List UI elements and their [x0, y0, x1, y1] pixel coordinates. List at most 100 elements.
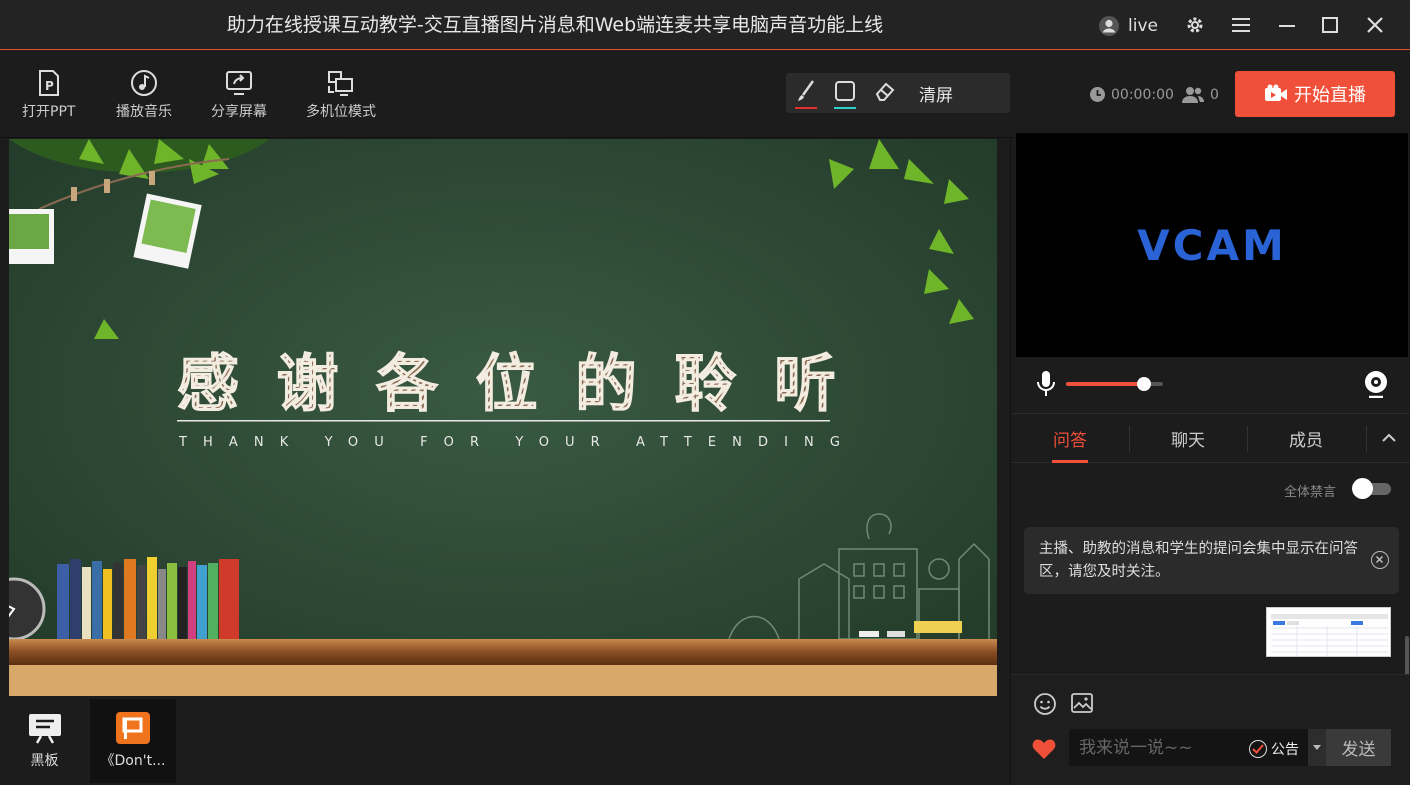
eraser-tool[interactable]	[872, 79, 898, 109]
share-screen-label: 分享屏幕	[211, 104, 267, 120]
slide-title-char: 谢	[277, 347, 339, 420]
slide-title-char: 位	[476, 347, 538, 420]
mic-volume-handle[interactable]	[1136, 377, 1151, 391]
ppt-file-icon: P	[38, 70, 59, 96]
tab-chat[interactable]: 聊天	[1129, 426, 1247, 451]
announce-checkbox[interactable]: 公告	[1249, 739, 1299, 759]
right-sidebar: VCAM 问答 聊天 成员 全体禁言 主播、助教的消息和学生的提问会集中显示在问…	[1010, 133, 1410, 785]
play-music-button[interactable]: 播放音乐	[116, 69, 172, 121]
mic-volume-fill	[1066, 382, 1144, 386]
close-icon	[1367, 17, 1383, 33]
microphone-icon[interactable]	[1036, 370, 1056, 398]
start-live-label: 开始直播	[1294, 85, 1366, 106]
music-icon	[131, 70, 157, 96]
send-button[interactable]: 发送	[1326, 729, 1391, 766]
live-timer: 00:00:00	[1089, 86, 1174, 103]
ppt-icon	[116, 712, 150, 744]
window-title: 助力在线授课互动教学-交互直播图片消息和Web端连麦共享电脑声音功能上线	[226, 14, 884, 36]
svg-text:P: P	[45, 79, 54, 93]
qa-notice-text: 主播、助教的消息和学生的提问会集中显示在问答区，请您及时关注。	[1039, 541, 1358, 580]
pen-tool[interactable]	[793, 79, 819, 109]
image-icon[interactable]	[1070, 692, 1094, 714]
video-preview[interactable]: VCAM	[1016, 133, 1408, 357]
shape-tool[interactable]	[832, 79, 858, 109]
check-icon	[1249, 740, 1267, 758]
mute-all-label: 全体禁言	[1284, 485, 1337, 500]
send-options-dropdown[interactable]	[1308, 729, 1326, 766]
chat-scrollbar[interactable]	[1405, 636, 1409, 678]
slide-subtitle: THANK YOU FOR YOUR ATTENDING	[178, 435, 856, 450]
app-window: 助力在线授课互动教学-交互直播图片消息和Web端连麦共享电脑声音功能上线 liv…	[0, 0, 1410, 785]
open-ppt-label: 打开PPT	[22, 104, 76, 120]
square-icon	[835, 81, 855, 101]
mute-all-toggle-knob	[1352, 478, 1373, 499]
share-screen-button[interactable]: 分享屏幕	[211, 69, 267, 121]
maximize-button[interactable]	[1318, 13, 1342, 37]
emoji-icon[interactable]	[1033, 692, 1057, 716]
active-tab-underline	[1052, 460, 1088, 463]
mute-all-toggle[interactable]	[1352, 478, 1391, 499]
title-bar: 助力在线授课互动教学-交互直播图片消息和Web端连麦共享电脑声音功能上线 liv…	[0, 0, 1410, 50]
tab-divider	[1366, 426, 1367, 452]
multi-camera-button[interactable]: 多机位模式	[306, 69, 376, 121]
thumbnail-blackboard[interactable]: 黑板	[0, 699, 89, 783]
webcam-icon[interactable]	[1364, 370, 1388, 398]
drawing-tools: 清屏	[786, 73, 1010, 113]
slide-artwork: 感谢各位的聆听 THANK YOU FOR YOUR ATTENDING	[9, 139, 997, 696]
shape-color-indicator	[834, 107, 856, 109]
books-decoration	[57, 557, 239, 639]
video-source-label: VCAM	[1137, 220, 1287, 270]
audio-controls	[1011, 364, 1410, 404]
thumbnail-ppt-label: 《Don't...	[100, 753, 166, 769]
blackboard-icon	[28, 714, 61, 744]
start-live-button[interactable]: 开始直播	[1235, 71, 1395, 117]
slide-title-char: 聆	[675, 347, 737, 420]
maximize-icon	[1322, 17, 1338, 33]
brush-icon	[798, 80, 814, 101]
multi-camera-icon	[328, 71, 353, 96]
menu-button[interactable]	[1229, 13, 1253, 37]
user-name: live	[1128, 16, 1158, 36]
heart-icon[interactable]	[1032, 738, 1056, 760]
viewer-count-value: 0	[1210, 87, 1219, 103]
tab-members[interactable]: 成员	[1247, 426, 1365, 451]
thumbnail-blackboard-label: 黑板	[30, 753, 59, 769]
minimize-icon	[1279, 25, 1295, 27]
announce-label: 公告	[1271, 742, 1299, 758]
share-screen-icon	[226, 71, 252, 95]
clear-screen-button[interactable]: 清屏	[919, 81, 953, 106]
clock-icon	[1090, 87, 1105, 102]
slide-title-char: 听	[774, 347, 836, 420]
thumbnail-ppt[interactable]: 《Don't...	[90, 699, 176, 783]
eraser-icon	[875, 82, 895, 101]
slide-title-char: 感	[177, 347, 239, 420]
user-menu[interactable]: live	[1098, 15, 1158, 37]
message-input-area: 公告 发送	[1011, 674, 1410, 785]
tab-qa[interactable]: 问答	[1011, 426, 1129, 451]
main-toolbar: P 打开PPT 播放音乐 分享屏幕 多机位模式 清屏 00:00:00 0 开始…	[0, 51, 1410, 138]
pen-color-indicator	[795, 107, 817, 109]
multi-camera-label: 多机位模式	[306, 104, 376, 120]
minimize-button[interactable]	[1275, 13, 1299, 37]
slide-title-char: 的	[575, 347, 637, 420]
slide-title-char: 各	[376, 347, 439, 420]
panel-tabs: 问答 聊天 成员	[1011, 413, 1410, 463]
camera-icon	[1265, 84, 1287, 101]
viewer-count: 0	[1181, 86, 1219, 104]
message-image-thumbnail[interactable]	[1266, 607, 1391, 657]
close-notice-icon[interactable]	[1371, 551, 1389, 569]
timer-value: 00:00:00	[1111, 86, 1174, 103]
users-icon	[1182, 87, 1204, 103]
open-ppt-button[interactable]: P 打开PPT	[22, 69, 75, 121]
settings-button[interactable]	[1183, 13, 1207, 37]
close-button[interactable]	[1363, 13, 1387, 37]
menu-icon	[1232, 18, 1250, 32]
avatar-icon	[1099, 16, 1119, 36]
slide-stage[interactable]: 感谢各位的聆听 THANK YOU FOR YOUR ATTENDING	[9, 139, 997, 696]
play-music-label: 播放音乐	[116, 104, 172, 120]
collapse-chevron-icon[interactable]	[1381, 431, 1397, 443]
scene-thumbnail-bar: 黑板 《Don't...	[0, 697, 1008, 785]
gear-icon	[1187, 17, 1203, 33]
qa-notice: 主播、助教的消息和学生的提问会集中显示在问答区，请您及时关注。	[1024, 527, 1399, 594]
mic-volume-slider[interactable]	[1066, 377, 1163, 391]
